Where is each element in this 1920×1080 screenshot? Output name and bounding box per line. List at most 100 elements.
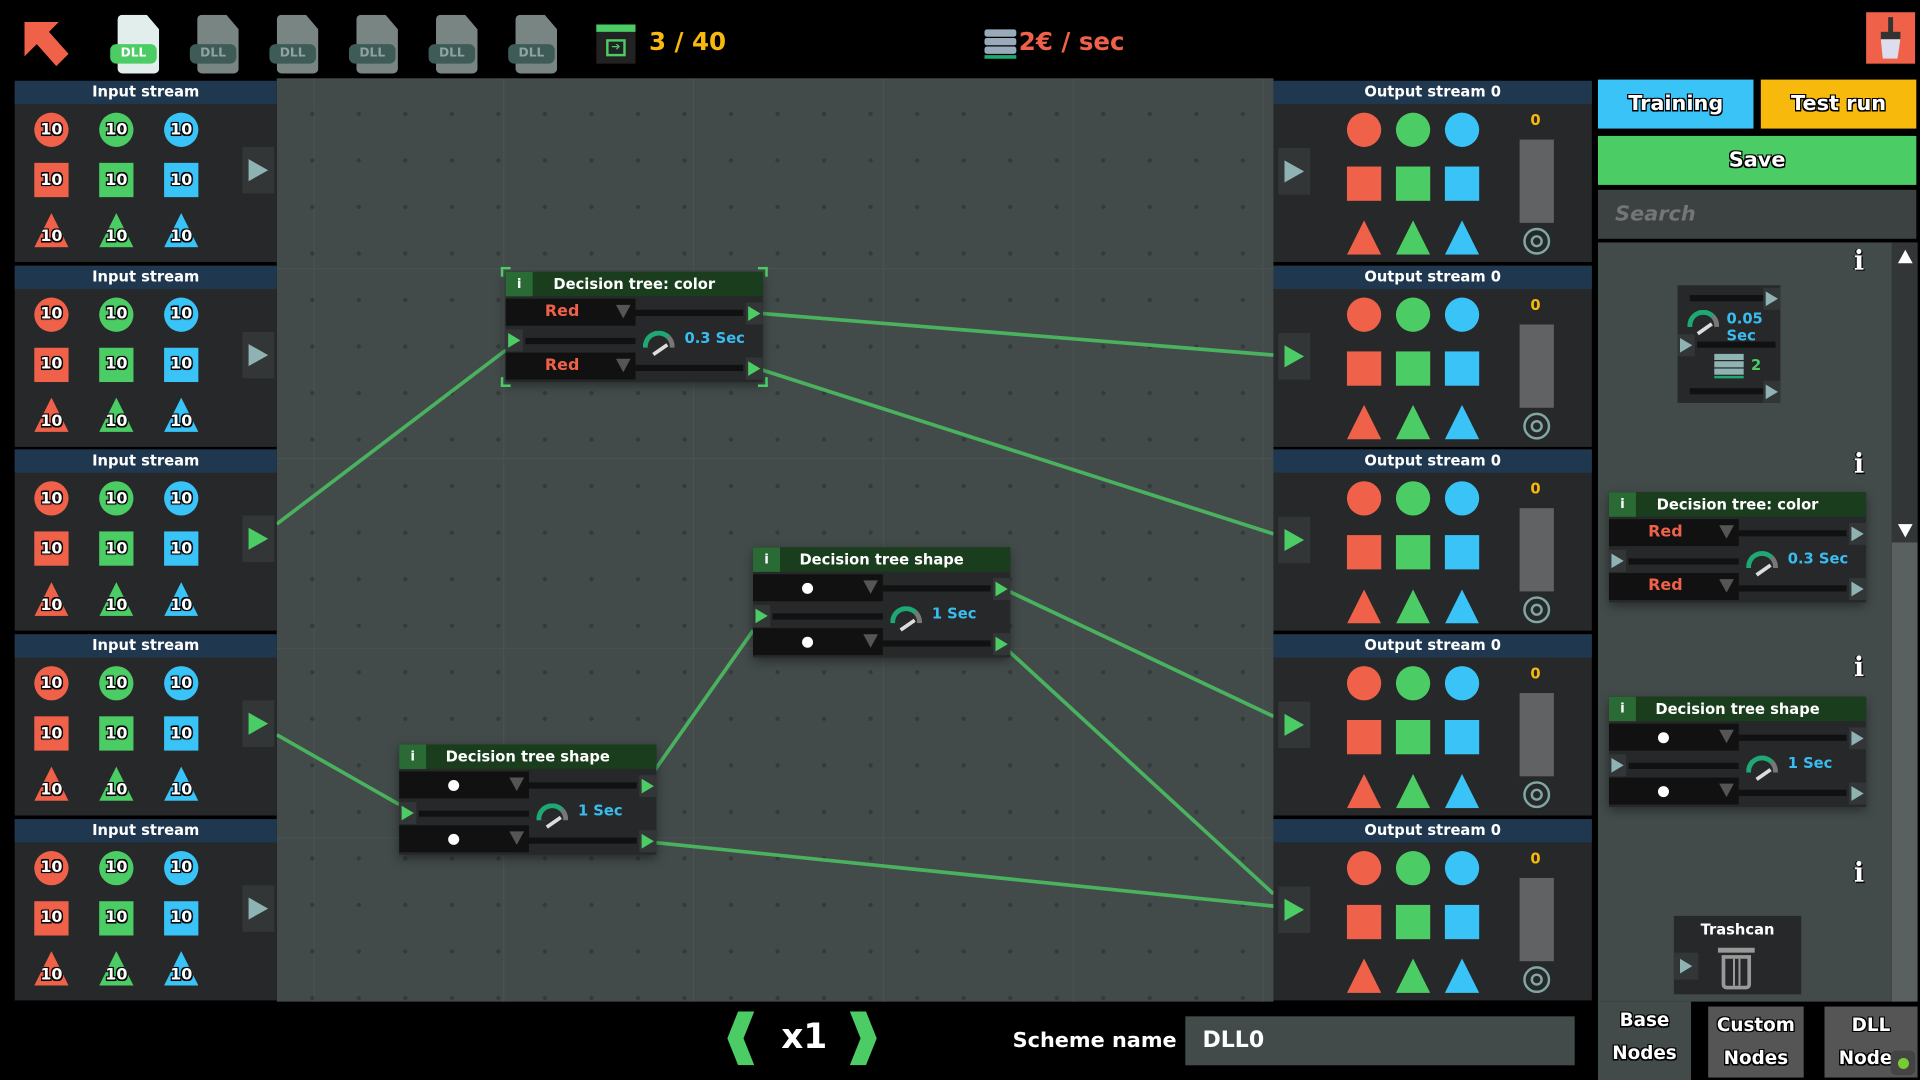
- output-port[interactable]: [242, 515, 275, 563]
- output-port[interactable]: [1848, 577, 1867, 601]
- output-count: 0: [1530, 480, 1541, 498]
- output-port[interactable]: [242, 331, 275, 378]
- output-port[interactable]: [1848, 522, 1867, 545]
- output-port[interactable]: [242, 146, 275, 194]
- training-button[interactable]: Training: [1597, 79, 1754, 129]
- splitter-count: 2: [1751, 356, 1762, 374]
- scrollbar-track-top[interactable]: [1891, 242, 1918, 543]
- dropdown-arrow-icon[interactable]: [615, 358, 631, 373]
- node-color-select[interactable]: Red: [1608, 519, 1739, 547]
- back-arrow-icon[interactable]: [22, 20, 71, 69]
- dll-tab-6[interactable]: DLL: [508, 14, 558, 74]
- node-color-select[interactable]: Red: [1608, 573, 1739, 601]
- speed-down-button[interactable]: [727, 1011, 755, 1066]
- output-port[interactable]: [242, 885, 275, 932]
- dropdown-arrow-icon[interactable]: [509, 777, 525, 792]
- select-value: Red: [544, 356, 580, 375]
- node-info-button[interactable]: i: [753, 547, 781, 572]
- input-port[interactable]: [753, 604, 771, 627]
- input-port[interactable]: [1673, 952, 1699, 980]
- trashcan-node[interactable]: Trashcan: [1673, 915, 1802, 995]
- dropdown-arrow-icon[interactable]: [863, 634, 878, 648]
- output-port[interactable]: [993, 633, 1011, 656]
- node-info-button[interactable]: i: [1608, 492, 1636, 517]
- save-button[interactable]: Save: [1597, 135, 1917, 185]
- test-run-button[interactable]: Test run: [1760, 79, 1917, 129]
- speed-gauge-icon: [1746, 551, 1778, 569]
- dropdown-arrow-icon[interactable]: [863, 580, 878, 594]
- node-shape-select[interactable]: [1608, 723, 1739, 751]
- node-shape-select[interactable]: [753, 574, 883, 602]
- input-port[interactable]: [1278, 886, 1311, 933]
- game-screen: DLL DLL DLL DLL DLL DLL ➔ 3 / 40 2€ / sec Inp…: [0, 0, 1920, 1080]
- decision-tree-shape-node[interactable]: i Decision tree shape 1 Sec: [753, 547, 1011, 658]
- tab-custom-nodes[interactable]: Custom Nodes: [1708, 1006, 1804, 1078]
- dropdown-arrow-icon[interactable]: [1719, 729, 1734, 744]
- output-port[interactable]: [1848, 782, 1867, 805]
- node-shape-select[interactable]: [753, 628, 883, 656]
- input-port[interactable]: [1608, 754, 1627, 777]
- decision-tree-shape-node[interactable]: i Decision tree shape 1 Sec: [399, 744, 657, 855]
- dropdown-arrow-icon[interactable]: [1719, 783, 1734, 798]
- node-canvas[interactable]: [276, 78, 1274, 1002]
- scroll-down-icon[interactable]: [1897, 524, 1913, 538]
- dropdown-arrow-icon[interactable]: [509, 831, 525, 845]
- node-color-select[interactable]: Red: [505, 298, 636, 326]
- dll-tab-2[interactable]: DLL: [189, 14, 239, 74]
- info-icon[interactable]: i: [1854, 245, 1864, 277]
- node-shape-select[interactable]: [1608, 777, 1739, 805]
- scroll-up-icon[interactable]: [1897, 249, 1913, 264]
- node-shape-select[interactable]: [399, 825, 529, 853]
- dropdown-arrow-icon[interactable]: [615, 304, 631, 319]
- decision-tree-color-node[interactable]: i Decision tree: color Red Red 0.3 Sec: [1608, 492, 1867, 603]
- dropdown-arrow-icon[interactable]: [1719, 579, 1734, 593]
- info-icon[interactable]: i: [1854, 448, 1864, 480]
- output-port[interactable]: [1763, 287, 1781, 310]
- tab-base-nodes[interactable]: Base Nodes: [1597, 1001, 1692, 1080]
- info-icon[interactable]: i: [1854, 857, 1864, 889]
- node-title: Decision tree shape: [1655, 700, 1820, 718]
- dll-tab-3[interactable]: DLL: [269, 14, 319, 74]
- node-color-select[interactable]: Red: [505, 352, 636, 380]
- input-port[interactable]: [1278, 332, 1311, 380]
- speed-up-button[interactable]: [849, 1011, 877, 1066]
- output-port[interactable]: [639, 775, 657, 798]
- target-icon: [1523, 227, 1551, 255]
- input-port[interactable]: [399, 802, 417, 825]
- input-port[interactable]: [1278, 148, 1311, 195]
- splitter-node[interactable]: 0.05 Sec 2: [1677, 285, 1781, 403]
- dll-tab-4[interactable]: DLL: [348, 14, 398, 74]
- dll-tab-1[interactable]: DLL: [110, 14, 160, 74]
- node-title: Decision tree: color: [553, 275, 716, 293]
- selection-corner: [757, 266, 768, 277]
- output-port[interactable]: [1848, 727, 1867, 750]
- play-icon: [1851, 581, 1864, 597]
- input-port[interactable]: [1677, 334, 1695, 357]
- node-info-button[interactable]: i: [1608, 696, 1636, 722]
- search-input[interactable]: [1597, 189, 1917, 239]
- output-port[interactable]: [639, 830, 657, 853]
- scheme-name-input[interactable]: DLL0: [1185, 1016, 1575, 1066]
- tab-dll-nodes[interactable]: DLL Nodes: [1824, 1006, 1918, 1078]
- output-port[interactable]: [242, 700, 275, 748]
- info-icon[interactable]: i: [1854, 651, 1864, 683]
- output-port[interactable]: [745, 302, 763, 325]
- progress-meter: [1519, 693, 1554, 777]
- decision-tree-shape-node[interactable]: i Decision tree shape 1 Sec: [1608, 696, 1867, 807]
- play-icon: [1851, 731, 1864, 746]
- green-square-token: 10: [99, 162, 134, 198]
- input-port[interactable]: [1278, 701, 1311, 749]
- node-info-button[interactable]: i: [399, 744, 427, 769]
- broom-button[interactable]: [1866, 12, 1916, 64]
- input-port[interactable]: [1278, 517, 1311, 564]
- input-port[interactable]: [1608, 549, 1627, 572]
- output-port[interactable]: [993, 577, 1011, 601]
- output-port[interactable]: [1763, 380, 1781, 403]
- dll-tab-5[interactable]: DLL: [428, 14, 478, 74]
- palette-scrollbar[interactable]: [1891, 242, 1918, 1005]
- dropdown-arrow-icon[interactable]: [1719, 525, 1734, 539]
- decision-tree-color-node[interactable]: i Decision tree: color Red Red 0.3 Sec: [500, 266, 768, 387]
- input-port[interactable]: [505, 329, 523, 352]
- speed-gauge-icon: [890, 606, 923, 624]
- node-shape-select[interactable]: [399, 771, 529, 799]
